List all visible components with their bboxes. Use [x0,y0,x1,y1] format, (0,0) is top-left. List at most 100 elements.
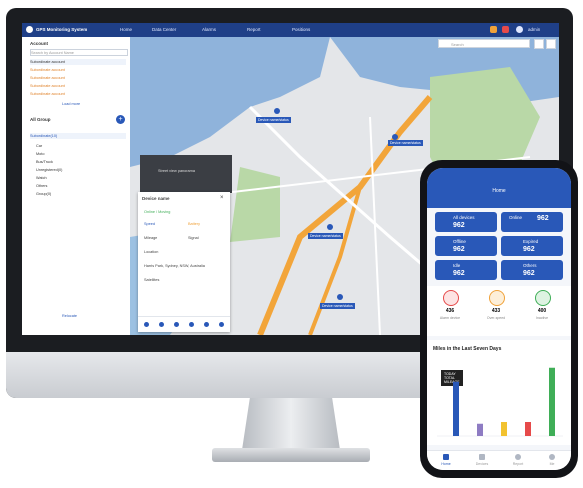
nav-data-center[interactable]: Data Center [152,27,176,32]
map-layer-icon[interactable] [534,39,544,49]
map-fullscreen-icon[interactable] [546,39,556,49]
map-device-label[interactable]: Device name/status [388,140,423,146]
map-device-label[interactable]: Device name/status [320,303,355,309]
stat-label: Online [509,215,523,220]
report-tab-icon[interactable] [515,454,521,460]
user-name[interactable]: admin [528,27,540,32]
add-group-icon[interactable]: + [116,115,125,124]
tree-root[interactable]: Subordinate(10) [30,133,126,139]
phone-screen: Home All devices 962 Online 962 Offline … [427,168,571,470]
stat-others[interactable]: Others 962 [501,260,563,280]
device-tree-item[interactable]: Group(0) [36,191,132,197]
vehicle-marker [274,108,280,114]
devices-tab-icon[interactable] [479,454,485,460]
account-section-title: Account [30,41,48,46]
stat-label: Offline [453,239,466,244]
mileage-bar-chart [437,367,563,437]
monitor-stand-foot [212,448,370,462]
summary-label: Alarm device [439,316,461,320]
popup-action-bar [138,316,230,333]
street-view-panel[interactable]: Street view panorama [140,155,232,193]
popup-field: Speed [144,222,155,226]
account-search-input[interactable]: Search by Account Name [30,49,128,56]
account-list-item[interactable]: Subordinate account [30,67,126,73]
popup-field: Battery [188,222,201,226]
popup-field: Location [144,250,159,254]
alarm-summary-icon[interactable] [443,290,459,306]
stat-value: 962 [523,270,535,277]
chart-bar[interactable] [549,367,555,436]
monitor-stand-neck [242,398,340,450]
notification-icon[interactable] [490,26,497,33]
map-device-label[interactable]: Device name/status [308,233,343,239]
left-sidebar: Account Search by Account Name Subordina… [22,37,131,335]
phone-header: Home [427,168,571,208]
popup-address: Harris Park, Sydney, NSW, Australia [144,264,205,268]
device-tree-item[interactable]: Watch [36,175,132,181]
chart-bar[interactable] [453,381,459,436]
nav-alarms[interactable]: Alarms [202,27,216,32]
account-list-item[interactable]: Subordinate account [30,91,126,97]
nav-home[interactable]: Home [120,27,132,32]
account-list-item[interactable]: Subordinate account [30,59,126,65]
command-icon[interactable] [189,322,194,327]
app-logo-icon [26,26,33,33]
summary-value: 400 [537,308,547,314]
stat-label: Idle [453,263,461,268]
mileage-chart-card: Miles in the Last Seven Days TODAY TOTAL… [427,340,571,445]
home-tab-icon[interactable] [443,454,449,460]
stat-value: 962 [453,222,465,229]
more-icon[interactable] [219,322,224,327]
tab-me[interactable]: Me [539,462,565,466]
device-tree-item[interactable]: Car [36,143,132,149]
tab-report[interactable]: Report [505,462,531,466]
stat-value: 962 [537,215,549,222]
chart-bar[interactable] [501,422,507,436]
user-avatar[interactable] [516,26,523,33]
chart-bar[interactable] [477,423,483,436]
account-list-item[interactable]: Subordinate account [30,75,126,81]
stat-value: 962 [453,270,465,277]
summary-label: Over-speed [486,316,506,320]
summary-label: Inactive [535,316,549,320]
device-tree-item[interactable]: Bus/Truck [36,159,132,165]
stat-value: 962 [523,246,535,253]
tab-home[interactable]: Home [433,462,459,466]
app-title: GPS Monitoring System [36,27,88,32]
close-icon[interactable]: × [220,195,224,201]
vehicle-marker [337,294,343,300]
summary-row: 436 433 400 Alarm device Over-speed Inac… [427,286,571,336]
stat-label: All devices [453,215,475,220]
stat-expired[interactable]: Expired 962 [501,236,563,256]
geofence-icon[interactable] [174,322,179,327]
inactive-summary-icon[interactable] [535,290,551,306]
stat-offline[interactable]: Offline 962 [435,236,497,256]
summary-value: 433 [491,308,501,314]
stat-label: Others [523,263,537,268]
bottom-tab-bar: Home Devices Report Me [427,450,571,470]
stat-idle[interactable]: Idle 962 [435,260,497,280]
map-device-label[interactable]: Device name/status [256,117,291,123]
track-icon[interactable] [159,322,164,327]
nav-report[interactable]: Report [247,27,261,32]
stat-online[interactable]: Online 962 [501,212,563,232]
alarm-icon[interactable] [502,26,509,33]
device-tree-item[interactable]: Moto [36,151,132,157]
popup-status: Online / Moving [144,210,171,214]
device-tree-item[interactable]: Unregistered(0) [36,167,132,173]
tab-devices[interactable]: Devices [469,462,495,466]
chart-bar[interactable] [525,422,531,436]
me-tab-icon[interactable] [549,454,555,460]
stat-all-devices[interactable]: All devices 962 [435,212,497,232]
device-tree-item[interactable]: Others [36,183,132,189]
nav-positions[interactable]: Positions [292,27,310,32]
playback-icon[interactable] [144,322,149,327]
popup-field: Satellites [144,278,160,282]
account-list-item[interactable]: Subordinate account [30,83,126,89]
details-icon[interactable] [204,322,209,327]
speed-summary-icon[interactable] [489,290,505,306]
map-search-input[interactable]: Search [438,39,530,48]
popup-field: Mileage [144,236,158,240]
phone-header-title: Home [492,188,506,194]
street-view-label: Street view panorama [158,169,195,173]
